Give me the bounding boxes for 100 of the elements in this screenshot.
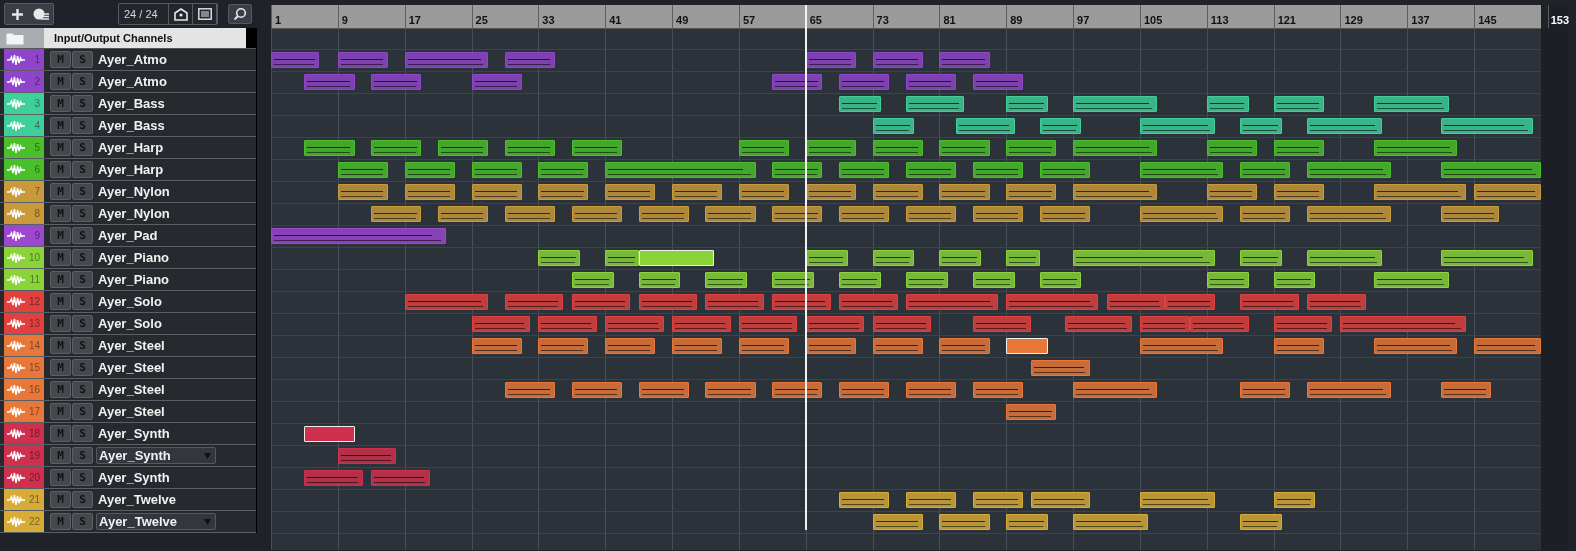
audio-clip[interactable]	[972, 272, 1015, 288]
mute-button[interactable]: M	[50, 139, 71, 156]
audio-clip[interactable]	[1139, 206, 1224, 222]
audio-clip[interactable]	[939, 184, 990, 200]
audio-clip[interactable]	[571, 140, 622, 156]
audio-clip[interactable]	[1031, 492, 1090, 508]
audio-clip[interactable]	[605, 316, 664, 332]
mute-button[interactable]: M	[50, 293, 71, 310]
audio-clip[interactable]	[738, 184, 789, 200]
solo-button[interactable]: S	[72, 161, 93, 178]
audio-clip[interactable]	[1240, 206, 1291, 222]
audio-clip[interactable]	[1073, 382, 1157, 398]
audio-clip[interactable]	[1006, 96, 1048, 112]
audio-clip[interactable]	[906, 272, 948, 288]
mute-button[interactable]: M	[50, 447, 71, 464]
audio-clip[interactable]	[504, 206, 556, 222]
audio-clip[interactable]	[1190, 316, 1249, 332]
audio-clip[interactable]	[939, 338, 990, 354]
audio-clip[interactable]	[1064, 316, 1132, 332]
audio-clip[interactable]	[705, 294, 764, 310]
audio-clip[interactable]	[271, 228, 447, 244]
audio-clip[interactable]	[1373, 272, 1450, 288]
audio-clip[interactable]	[1073, 514, 1149, 530]
folder-track-name[interactable]: Input/Output Channels	[44, 28, 246, 48]
audio-clip[interactable]	[839, 382, 890, 398]
mute-button[interactable]: M	[50, 205, 71, 222]
audio-clip[interactable]	[839, 74, 890, 90]
audio-clip[interactable]	[571, 206, 622, 222]
audio-clip[interactable]	[906, 162, 957, 178]
audio-clip[interactable]	[404, 184, 455, 200]
audio-clip[interactable]	[738, 316, 798, 332]
solo-button[interactable]: S	[72, 447, 93, 464]
mute-button[interactable]: M	[50, 271, 71, 288]
audio-clip[interactable]	[772, 162, 823, 178]
audio-clip[interactable]	[1139, 316, 1191, 332]
mute-button[interactable]: M	[50, 227, 71, 244]
audio-clip[interactable]	[638, 206, 689, 222]
audio-clip[interactable]	[972, 206, 1023, 222]
audio-clip[interactable]	[872, 52, 923, 68]
audio-clip[interactable]	[1373, 338, 1458, 354]
audio-clip[interactable]	[1240, 118, 1282, 134]
audio-clip[interactable]	[1440, 250, 1533, 266]
audio-clip[interactable]	[571, 382, 622, 398]
mute-button[interactable]: M	[50, 73, 71, 90]
audio-clip[interactable]	[972, 162, 1023, 178]
audio-clip[interactable]	[304, 74, 355, 90]
audio-clip[interactable]	[538, 162, 589, 178]
track-name-dropdown[interactable]: Ayer_Synth	[96, 447, 216, 464]
audio-clip[interactable]	[471, 162, 522, 178]
audio-clip[interactable]	[772, 382, 823, 398]
audio-clip[interactable]	[1039, 162, 1090, 178]
solo-button[interactable]: S	[72, 95, 93, 112]
solo-button[interactable]: S	[72, 249, 93, 266]
solo-button[interactable]: S	[72, 513, 93, 530]
solo-button[interactable]: S	[72, 73, 93, 90]
solo-button[interactable]: S	[72, 381, 93, 398]
audio-clip[interactable]	[672, 338, 723, 354]
mute-button[interactable]: M	[50, 95, 71, 112]
audio-clip[interactable]	[1139, 162, 1224, 178]
audio-clip[interactable]	[839, 162, 890, 178]
audio-clip[interactable]	[337, 162, 388, 178]
track-name-dropdown[interactable]: Ayer_Twelve	[96, 513, 216, 530]
audio-clip[interactable]	[1206, 272, 1249, 288]
audio-clip[interactable]	[1006, 514, 1048, 530]
solo-button[interactable]: S	[72, 183, 93, 200]
mute-button[interactable]: M	[50, 513, 71, 530]
mute-button[interactable]: M	[50, 51, 71, 68]
audio-clip[interactable]	[906, 492, 957, 508]
audio-clip[interactable]	[906, 74, 957, 90]
audio-clip[interactable]	[805, 184, 856, 200]
audio-clip[interactable]	[1440, 206, 1500, 222]
audio-clip[interactable]	[872, 184, 923, 200]
audio-clip[interactable]	[538, 250, 581, 266]
audio-clip[interactable]	[705, 382, 756, 398]
audio-clip[interactable]	[1006, 184, 1057, 200]
solo-button[interactable]: S	[72, 359, 93, 376]
audio-clip[interactable]	[504, 52, 556, 68]
audio-clip[interactable]	[1307, 250, 1383, 266]
audio-clip[interactable]	[404, 52, 489, 68]
audio-clip[interactable]	[839, 294, 898, 310]
audio-clip[interactable]	[605, 184, 656, 200]
audio-clip[interactable]	[772, 294, 831, 310]
audio-clip[interactable]	[1273, 316, 1333, 332]
mute-button[interactable]: M	[50, 337, 71, 354]
audio-clip[interactable]	[738, 140, 789, 156]
audio-clip[interactable]	[939, 250, 982, 266]
audio-clip[interactable]	[805, 316, 865, 332]
audio-clip[interactable]	[972, 382, 1023, 398]
mute-button[interactable]: M	[50, 403, 71, 420]
mute-button[interactable]: M	[50, 249, 71, 266]
audio-clip[interactable]	[705, 272, 748, 288]
audio-clip[interactable]	[337, 52, 388, 68]
audio-clip[interactable]	[906, 382, 957, 398]
audio-clip[interactable]	[337, 184, 388, 200]
audio-clip[interactable]	[438, 206, 489, 222]
playhead-line[interactable]	[804, 5, 807, 530]
audio-clip[interactable]	[1273, 492, 1316, 508]
audio-clip[interactable]	[939, 514, 990, 530]
audio-clip[interactable]	[805, 52, 856, 68]
audio-clip[interactable]	[1373, 140, 1458, 156]
